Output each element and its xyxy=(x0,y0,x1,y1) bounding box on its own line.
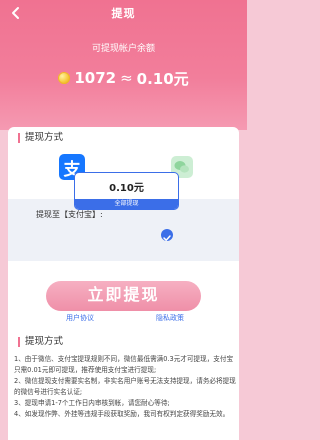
gold-coin-icon xyxy=(58,72,71,84)
approx-sign: ≈ xyxy=(120,69,133,87)
amount-value: 0.10元 xyxy=(109,183,144,194)
privacy-policy-link[interactable]: 隐私政策 xyxy=(156,313,184,323)
amount-option[interactable]: 0.10元 全部提现 xyxy=(74,172,179,210)
balance-money: 0.10元 xyxy=(136,69,189,88)
rule-item: 1、由于微信、支付宝提现规则不同，微信最低需满0.3元才可提现，支付宝只需0.0… xyxy=(14,355,234,374)
account-label: 提现至【支付宝】: xyxy=(36,210,103,219)
rules-card: 提现方式 1、由于微信、支付宝提现规则不同，微信最低需满0.3元才可提现，支付宝… xyxy=(8,329,239,440)
check-icon xyxy=(161,229,173,241)
user-agreement-link[interactable]: 用户协议 xyxy=(66,313,94,323)
balance-coins: 1072 xyxy=(74,69,117,87)
rule-item: 4、如发现作弊、外挂等违规手段获取奖励，我司有权判定获得奖励无效。 xyxy=(14,410,230,418)
withdraw-all-label: 全部提现 xyxy=(75,199,178,209)
page-title: 提现 xyxy=(111,7,136,20)
balance-row: 1072 ≈ 0.10元 xyxy=(0,66,247,90)
top-bar: 提现 xyxy=(0,0,247,24)
section-title-rules: 提现方式 xyxy=(18,337,63,347)
section-title-methods: 提现方式 xyxy=(18,133,63,143)
header-banner: 提现 可提现帐户余额 1072 ≈ 0.10元 xyxy=(0,0,247,130)
balance-label: 可提现帐户余额 xyxy=(91,44,155,54)
rule-item: 3、提现申请1-7个工作日内审核到帐，请您耐心等待; xyxy=(14,399,170,407)
rules-list: 1、由于微信、支付宝提现规则不同，微信最低需满0.3元才可提现，支付宝只需0.0… xyxy=(14,354,236,420)
withdraw-button[interactable]: 立即提现 xyxy=(46,281,201,311)
rule-item: 2、微信提现支付需要实名制，非实名用户账号无法支持提现，请务必将提现的微信号进行… xyxy=(14,377,236,396)
